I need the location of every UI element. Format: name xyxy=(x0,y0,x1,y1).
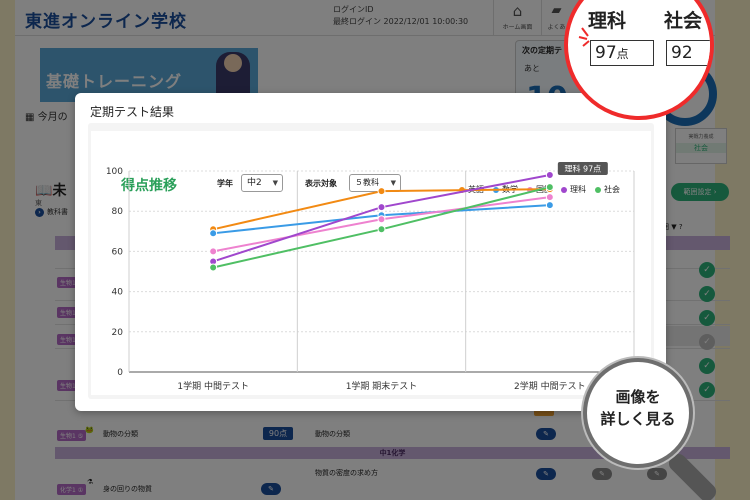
data-point xyxy=(209,263,218,272)
emphasis-burst-icon xyxy=(578,27,590,47)
data-point xyxy=(209,229,218,238)
data-point xyxy=(545,171,554,180)
data-point xyxy=(545,193,554,202)
y-tick-label: 20 xyxy=(112,328,124,338)
x-tick-label: 1学期 中間テスト xyxy=(177,380,249,392)
x-tick-label: 2学期 中間テスト xyxy=(514,380,586,392)
y-tick-label: 60 xyxy=(112,247,124,257)
x-tick-label: 1学期 期末テスト xyxy=(346,380,418,392)
tooltip-text: 理科 97点 xyxy=(564,164,601,174)
y-tick-label: 80 xyxy=(112,207,124,217)
view-detail-button[interactable]: 画像を 詳しく見る xyxy=(583,358,693,468)
y-tick-label: 40 xyxy=(112,288,124,298)
data-point xyxy=(377,203,386,212)
data-point xyxy=(545,183,554,192)
test-result-modal: 定期テスト結果 × 得点推移 学年 中2 ▼ 表示対象 ５教科 ▼ 英語数学国語… xyxy=(75,93,666,411)
y-tick-label: 0 xyxy=(117,368,123,378)
callout-heading: 社会 xyxy=(664,10,703,32)
data-point xyxy=(377,225,386,234)
data-point xyxy=(209,247,218,256)
view-detail-label: 画像を 詳しく見る xyxy=(600,388,676,428)
score-line-chart: 0 20 40 60 80 100 1学期 中間テスト 1学期 期末テスト 2学期 中間テスト 理… xyxy=(106,162,635,392)
data-point xyxy=(377,215,386,224)
callout-score-box: 92 xyxy=(666,40,710,66)
data-point xyxy=(377,187,386,196)
callout-unit: 点 xyxy=(616,47,629,61)
callout-score: 92 xyxy=(671,43,693,63)
data-point xyxy=(545,201,554,210)
y-tick-label: 100 xyxy=(106,167,123,177)
